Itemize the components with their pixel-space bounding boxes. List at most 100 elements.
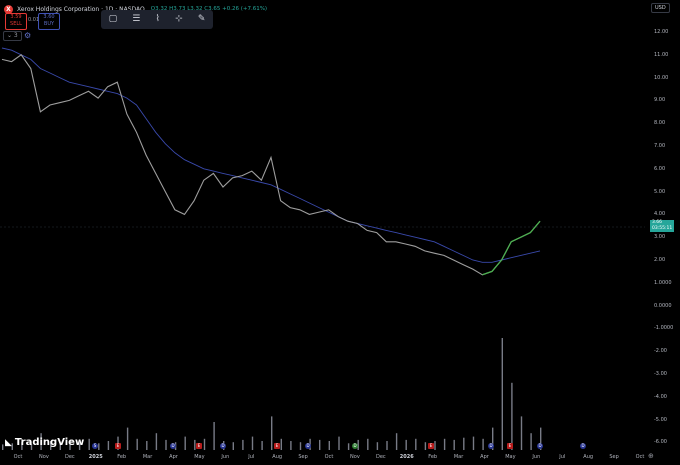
price-axis-label: 12.00 [654, 29, 669, 35]
volume-bar [328, 441, 330, 450]
time-axis-label: Feb [117, 454, 127, 460]
event-marker[interactable]: D [537, 443, 543, 449]
volume-bar [386, 441, 388, 450]
time-axis-label: Sep [298, 454, 308, 460]
price-axis-label: 9.00 [654, 97, 666, 104]
time-axis-label: Jul [559, 454, 566, 460]
event-marker[interactable]: D [580, 443, 586, 449]
time-axis-label: Jul [248, 454, 255, 460]
volume-bar [501, 338, 503, 450]
volume-bar [319, 439, 321, 450]
price-axis-label: -5.00 [654, 416, 667, 423]
time-axis-label: Apr [480, 454, 489, 460]
price-axis-label: 5.00 [654, 188, 666, 195]
time-axis-label: Jun [532, 454, 541, 460]
volume-bar [443, 438, 446, 450]
price-axis-label: 0.0000 [654, 302, 672, 309]
price-chart[interactable] [0, 0, 680, 465]
volume-bar [395, 433, 398, 450]
event-marker[interactable]: S [92, 443, 98, 449]
volume-bar [299, 442, 302, 450]
volume-bar [424, 442, 427, 450]
volume-bar [520, 416, 523, 450]
volume-bar [165, 439, 167, 450]
volume-bar [232, 442, 234, 450]
volume-bar [376, 442, 379, 450]
price-axis-label: 7.00 [654, 143, 666, 149]
last-price-tag: 3.66 03:55:11 [650, 220, 674, 232]
volume-bar [146, 441, 148, 450]
time-axis-label: Dec [64, 454, 75, 460]
time-axis-label: Dec [375, 454, 386, 460]
time-axis-label: Mar [453, 454, 464, 460]
volume-bar [126, 427, 129, 450]
volume-bar [367, 438, 369, 450]
moving-average-line [1, 47, 541, 263]
time-axis-label: Nov [350, 454, 360, 460]
volume-bar [290, 441, 292, 450]
event-marker[interactable]: E [507, 443, 513, 449]
chart-settings-icon[interactable]: ⊕ [648, 452, 654, 460]
price-axis-label: 4.00 [654, 211, 666, 218]
event-marker[interactable]: D [488, 443, 494, 449]
volume-bar [271, 416, 273, 450]
time-axis-label: Aug [583, 454, 594, 460]
brand-label: TradingView [14, 437, 85, 448]
volume-bar [338, 436, 340, 450]
event-marker[interactable]: D [352, 443, 358, 449]
volume-bar [453, 439, 455, 450]
price-axis-label: 3.00 [654, 234, 666, 241]
time-axis-label: Oct [324, 454, 334, 460]
tradingview-logo: ◣ TradingView [5, 437, 84, 448]
time-axis-label: Sep [609, 454, 619, 460]
price-axis-label: 11.00 [654, 51, 669, 58]
price-axis-label: -6.00 [654, 439, 667, 446]
countdown: 03:55:11 [652, 225, 673, 231]
volume-bar [415, 438, 417, 450]
event-marker[interactable]: D [305, 443, 311, 449]
price-axis-label: -2.00 [654, 348, 667, 355]
price-line [1, 54, 541, 276]
time-axis-label: Oct [13, 454, 23, 460]
time-axis-label: Nov [39, 454, 49, 460]
price-axis-label: -1.0000 [654, 325, 674, 332]
volume-bar [280, 438, 282, 450]
price-axis-label: -3.00 [654, 371, 667, 377]
volume-bar [98, 443, 100, 450]
event-marker[interactable]: D [170, 443, 176, 449]
tradingview-mark-icon: ◣ [5, 437, 12, 448]
volume-bar [463, 437, 465, 450]
event-marker[interactable]: E [196, 443, 202, 449]
time-axis-label: Aug [272, 454, 283, 460]
time-axis-label: Oct [635, 454, 645, 460]
event-marker[interactable]: E [115, 443, 121, 449]
price-axis-label: 10.00 [654, 74, 669, 81]
time-axis-label: 2025 [88, 454, 103, 460]
volume-bar [155, 433, 158, 450]
volume-bar [203, 438, 206, 450]
time-axis-label: Apr [169, 454, 178, 460]
volume-bar [184, 436, 186, 450]
volume-bar [434, 441, 436, 450]
volume-bar [2, 444, 4, 450]
time-axis-label: Mar [142, 454, 153, 460]
price-axis-label: -4.00 [654, 393, 667, 400]
volume-bar [261, 441, 263, 450]
price-axis-label: 6.00 [654, 165, 666, 172]
event-marker[interactable]: D [220, 443, 226, 449]
volume-bar [530, 433, 532, 450]
time-axis-label: 2026 [399, 454, 414, 460]
volume-bar [347, 443, 350, 450]
price-axis-label: 2.00 [654, 257, 666, 263]
recovery-candles [482, 220, 541, 276]
event-marker[interactable]: E [428, 443, 434, 449]
volume-bar [251, 436, 254, 450]
volume-bar [136, 438, 138, 450]
volume-bar [482, 438, 484, 450]
volume-bar [88, 438, 90, 450]
volume-bar [472, 436, 475, 450]
volume-bar [242, 439, 244, 450]
volume-bar [213, 422, 215, 450]
event-marker[interactable]: E [274, 443, 280, 449]
time-axis-label: May [194, 454, 205, 460]
